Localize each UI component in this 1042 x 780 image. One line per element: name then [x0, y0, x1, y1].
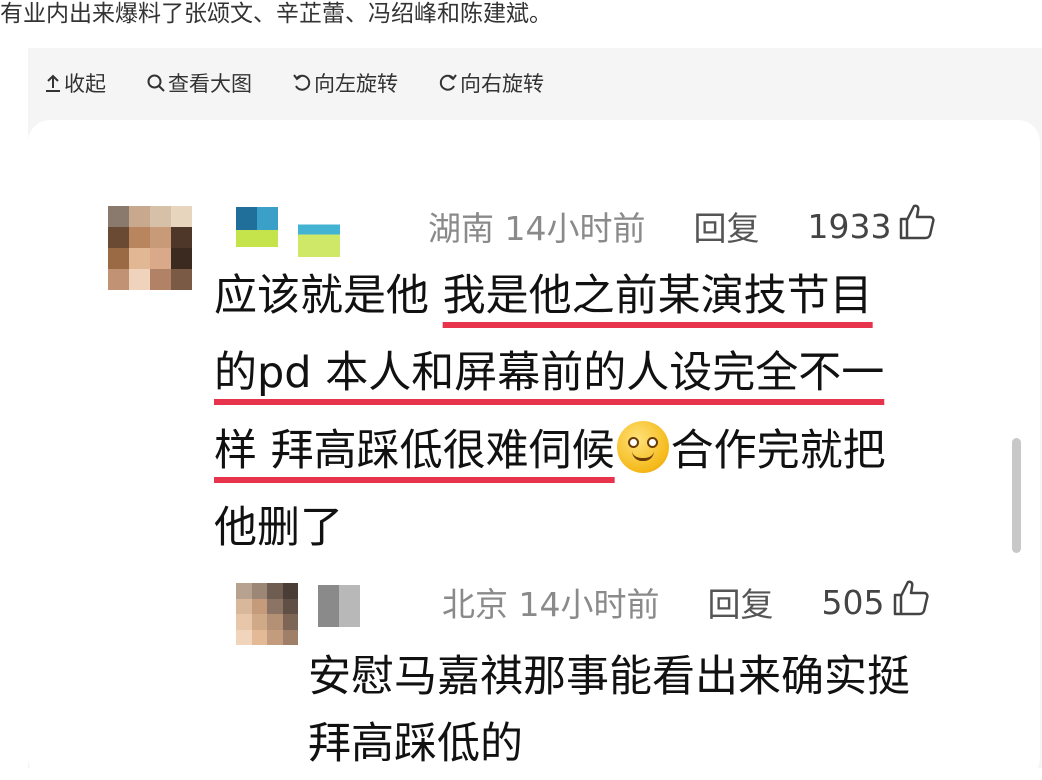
comment-text: 应该就是他 我是他之前某演技节目 的pd 本人和屏幕前的人设完全不一 样 拜高踩… [214, 258, 974, 568]
magnifier-icon [146, 73, 166, 93]
highlighted-text: 我是他之前某演技节目 [442, 271, 873, 321]
rotate-right-icon [438, 73, 458, 93]
view-large-label: 查看大图 [168, 72, 252, 96]
thumbs-up-icon[interactable] [897, 202, 937, 250]
avatar [236, 583, 298, 645]
like-count: 1933 [807, 206, 892, 246]
highlighted-text: 样 拜高踩低很难伺候 [214, 425, 615, 476]
username-pixelated [318, 585, 360, 627]
arrow-up-icon [44, 73, 62, 93]
comment-location-time: 北京 14小时前 [442, 578, 660, 626]
reply-button[interactable]: 回复 [694, 202, 760, 250]
rotate-right-button[interactable]: 向右旋转 [438, 68, 544, 98]
username-pixelated [298, 207, 340, 257]
scrollbar-thumb[interactable] [1012, 438, 1021, 553]
comment-meta: 湖南 14小时前 回复 1933 [428, 200, 937, 252]
avatar [108, 206, 192, 290]
username-pixelated [236, 230, 278, 247]
comment-meta: 北京 14小时前 回复 505 [442, 577, 931, 627]
collapse-label: 收起 [64, 72, 106, 96]
rotate-left-label: 向左旋转 [314, 72, 398, 96]
comment-location-time: 湖南 14小时前 [428, 202, 646, 250]
rotate-right-label: 向右旋转 [460, 72, 544, 96]
comment-text-part: 应该就是他 [214, 271, 443, 321]
comment-text-part: 他删了 [214, 503, 343, 554]
article-text: 有业内出来爆料了张颂文、辛芷蕾、冯绍峰和陈建斌。 [0, 1, 552, 27]
comment-location: 湖南 [428, 209, 494, 248]
like-count: 505 [821, 582, 885, 622]
comment-time: 14小时前 [518, 585, 660, 624]
comment-text: 安慰马嘉祺那事能看出来确实挺 拜高踩低的 [308, 644, 1008, 777]
comment-time: 14小时前 [504, 209, 646, 248]
smiley-emoji [616, 420, 669, 473]
reply-button[interactable]: 回复 [708, 578, 774, 626]
rotate-left-button[interactable]: 向左旋转 [292, 68, 398, 98]
comment-text-line: 拜高踩低的 [308, 718, 523, 769]
thumbs-up-icon[interactable] [891, 578, 931, 626]
comment-text-part: 合作完就把 [670, 425, 886, 476]
image-toolbar: 收起 查看大图 向左旋转 向右旋转 [44, 68, 544, 98]
comment-text-line: 安慰马嘉祺那事能看出来确实挺 [308, 652, 910, 702]
highlighted-text: 的pd 本人和屏幕前的人设完全不一 [214, 348, 885, 399]
collapse-button[interactable]: 收起 [44, 68, 106, 98]
view-large-button[interactable]: 查看大图 [146, 68, 252, 98]
comment-location: 北京 [442, 585, 508, 624]
rotate-left-icon [292, 73, 312, 93]
